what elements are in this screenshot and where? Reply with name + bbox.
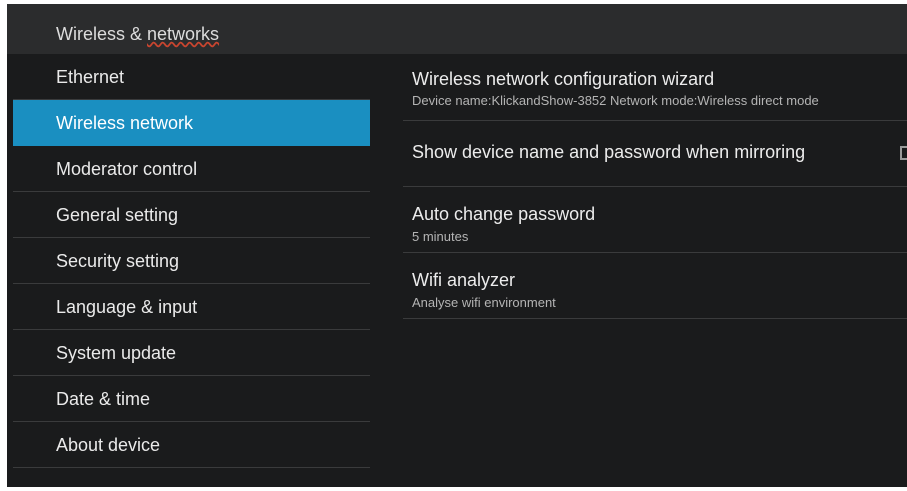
sidebar-item-label: Language & input (56, 297, 198, 317)
sidebar-item-label: Wireless network (56, 113, 194, 133)
title-bar: Wireless & networks (7, 4, 907, 54)
settings-screen: Wireless & networks Ethernet Wireless ne… (7, 4, 907, 487)
sidebar-item-wireless-network[interactable]: Wireless network (13, 100, 370, 146)
sidebar-item-moderator-control[interactable]: Moderator control (13, 146, 370, 192)
wifi-analyzer-setting[interactable]: Wifi analyzer Analyse wifi environment (403, 253, 907, 319)
page-title: Wireless & networks (56, 24, 219, 45)
setting-title: Show device name and password when mirro… (412, 142, 806, 162)
sidebar-item-label: About device (56, 435, 161, 455)
sidebar-item-label: Moderator control (56, 159, 198, 179)
sidebar-item-label: System update (56, 343, 177, 363)
show-device-name-checkbox[interactable] (900, 146, 907, 160)
sidebar-item-ethernet[interactable]: Ethernet (13, 54, 370, 100)
setting-title: Wifi analyzer (412, 270, 516, 290)
show-device-name-setting[interactable]: Show device name and password when mirro… (403, 121, 907, 187)
setting-title: Auto change password (412, 204, 596, 224)
setting-summary: Analyse wifi environment (412, 295, 556, 310)
setting-title: Wireless network configuration wizard (412, 69, 715, 89)
sidebar-item-label: General setting (56, 205, 179, 225)
sidebar-item-language-input[interactable]: Language & input (13, 284, 370, 330)
sidebar-item-about-device[interactable]: About device (13, 422, 370, 468)
sidebar-item-date-time[interactable]: Date & time (13, 376, 370, 422)
sidebar-item-label: Security setting (56, 251, 180, 271)
auto-change-password-setting[interactable]: Auto change password 5 minutes (403, 187, 907, 253)
page-title-underlined: networks (147, 24, 220, 44)
setting-summary: Device name:KlickandShow-3852 Network mo… (412, 93, 819, 108)
sidebar-item-label: Ethernet (56, 67, 125, 87)
sidebar: Ethernet Wireless network Moderator cont… (13, 54, 370, 468)
setting-summary: 5 minutes (412, 229, 469, 244)
sidebar-item-general-setting[interactable]: General setting (13, 192, 370, 238)
sidebar-item-label: Date & time (56, 389, 151, 409)
page-title-prefix: Wireless & (56, 24, 148, 44)
settings-list: Wireless network configuration wizard De… (403, 54, 907, 319)
sidebar-item-security-setting[interactable]: Security setting (13, 238, 370, 284)
sidebar-item-system-update[interactable]: System update (13, 330, 370, 376)
config-wizard-setting[interactable]: Wireless network configuration wizard De… (403, 54, 907, 121)
